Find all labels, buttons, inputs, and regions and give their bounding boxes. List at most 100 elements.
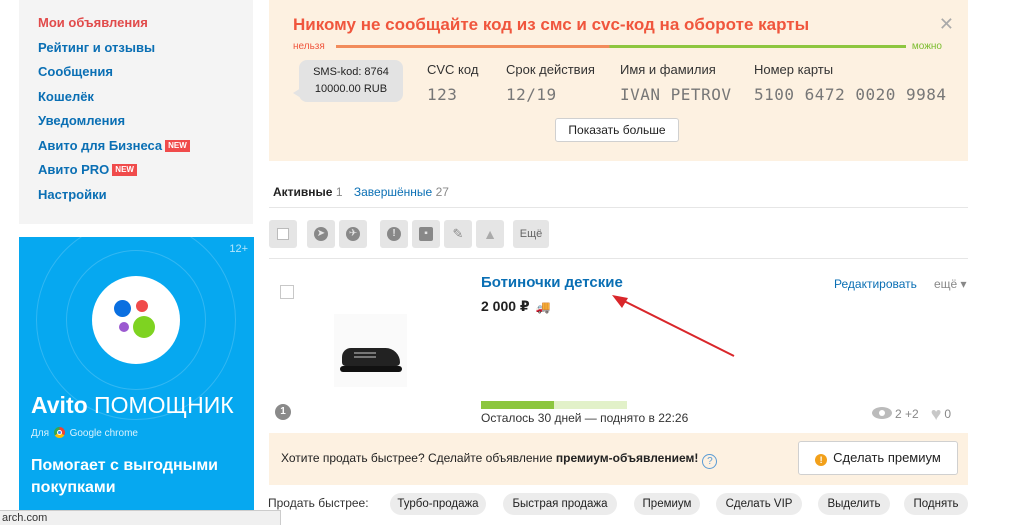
sidebar-item-label: Настройки	[38, 186, 107, 202]
shoe-laces	[354, 352, 376, 354]
chip-turbo-sale[interactable]: Турбо-продажа	[390, 493, 486, 515]
sidebar-item-wallet[interactable]: Кошелёк	[19, 88, 253, 113]
logo-dot-blue	[114, 300, 131, 317]
listing-lifetime-progress	[481, 401, 627, 409]
ad-browser-line: Для Google chrome	[31, 427, 138, 439]
promo-text-bold: премиум-объявлением!	[555, 451, 699, 465]
name-value: IVAN PETROV	[620, 85, 732, 104]
chip-highlight[interactable]: Выделить	[818, 493, 890, 515]
close-icon[interactable]: ✕	[939, 14, 954, 35]
listing-thumbnail[interactable]	[334, 314, 407, 387]
archive-icon: ▪	[419, 227, 433, 241]
logo-dot-purple	[119, 322, 129, 332]
plane-icon: ✈	[346, 227, 360, 241]
cvc-label: CVC код	[427, 62, 479, 77]
sidebar-item-notifications[interactable]: Уведомления	[19, 112, 253, 137]
promo-text: Хотите продать быстрее? Сделайте объявле…	[281, 451, 718, 469]
plane-button[interactable]: ✈	[339, 220, 367, 248]
for-prefix: Для	[31, 428, 50, 439]
new-badge: NEW	[165, 139, 190, 152]
divider	[269, 207, 968, 208]
logo-dot-red	[136, 300, 148, 312]
card-number-label: Номер карты	[754, 62, 834, 77]
chrome-icon	[53, 427, 65, 438]
sidebar-item-label: Авито для Бизнеса	[38, 137, 163, 153]
listing-remaining-text: Осталось 30 дней — поднято в 22:26	[481, 411, 689, 425]
security-warning-panel: Никому не сообщайте код из смс и cvc-код…	[269, 0, 968, 161]
shoe-sole	[340, 366, 402, 372]
tab-finished[interactable]: Завершённые 27	[354, 185, 449, 199]
shoe-image	[342, 348, 400, 366]
label-forbidden: нельзя	[293, 41, 325, 52]
warning-title: Никому не сообщайте код из смс и cvc-код…	[293, 15, 810, 34]
avito-logo-icon	[92, 276, 180, 364]
divider	[269, 258, 968, 259]
browser-name: Google chrome	[69, 428, 138, 439]
compass-icon: ➤	[314, 227, 328, 241]
chip-fast-sale[interactable]: Быстрая продажа	[503, 493, 617, 515]
eye-icon	[872, 407, 892, 419]
compass-button[interactable]: ➤	[307, 220, 335, 248]
toolbar-more-button[interactable]: Ещё	[513, 220, 549, 248]
info-button[interactable]: !	[380, 220, 408, 248]
eraser-icon: ✎	[452, 226, 464, 241]
sms-code: SMS-kod: 8764	[313, 66, 389, 78]
label-allowed: можно	[911, 41, 942, 52]
chip-vip[interactable]: Сделать VIP	[716, 493, 802, 515]
expiry-field: Срок действия 12/19	[506, 62, 595, 104]
tab-label: Завершённые	[353, 185, 433, 199]
card-number-value: 5100 6472 0020 9984	[754, 85, 947, 104]
heart-icon: ♥	[930, 404, 942, 424]
sidebar-item-pro[interactable]: Авито PRO NEW	[19, 161, 253, 186]
logo-dot-green	[133, 316, 155, 338]
tab-count: 1	[335, 185, 343, 199]
tab-label: Активные	[273, 185, 333, 199]
coin-icon: !	[815, 454, 828, 466]
eraser-button[interactable]: ✎	[444, 220, 472, 248]
show-more-button[interactable]: Показать больше	[555, 118, 679, 142]
help-icon[interactable]: ?	[702, 454, 718, 469]
price-value: 2 000 ₽	[481, 298, 530, 314]
sidebar-item-business[interactable]: Авито для Бизнеса NEW	[19, 137, 253, 162]
name-label: Имя и фамилия	[620, 62, 716, 77]
listing-price: 2 000 ₽ 🚚	[481, 298, 551, 315]
listing-checkbox[interactable]	[280, 285, 294, 299]
browser-status-bar: arch.com	[0, 510, 281, 525]
make-premium-button[interactable]: ! Сделать премиум	[798, 441, 958, 475]
archive-button[interactable]: ▪	[412, 220, 440, 248]
tab-count: 27	[435, 185, 449, 199]
make-premium-label: Сделать премиум	[833, 450, 941, 465]
listing-more-dropdown[interactable]: ещё ▾	[934, 277, 967, 291]
chip-premium[interactable]: Премиум	[634, 493, 700, 515]
sidebar-item-label: Кошелёк	[38, 88, 94, 104]
views-count: 2 +2	[895, 407, 919, 421]
select-all-checkbox[interactable]	[269, 220, 297, 248]
new-badge: NEW	[112, 164, 137, 176]
likes-count: 0	[944, 407, 952, 421]
cvc-field: CVC код 123	[427, 62, 478, 104]
brand-bold: Avito	[31, 392, 88, 418]
sidebar-item-settings[interactable]: Настройки	[19, 186, 253, 211]
annotation-arrow	[612, 295, 735, 357]
sidebar-item-messages[interactable]: Сообщения	[19, 63, 253, 88]
sidebar-item-my-ads[interactable]: Мои объявления	[19, 14, 253, 39]
expiry-label: Срок действия	[506, 62, 595, 77]
expiry-value: 12/19	[506, 85, 557, 104]
promo-text-prefix: Хотите продать быстрее? Сделайте объявле…	[281, 451, 556, 465]
raise-button[interactable]: ▲	[476, 220, 504, 248]
chip-raise[interactable]: Поднять	[904, 493, 968, 515]
tab-active[interactable]: Активные 1	[273, 185, 343, 199]
age-rating: 12+	[229, 243, 248, 255]
name-field: Имя и фамилия IVAN PETROV	[620, 62, 731, 104]
listing-info-icon[interactable]: 1	[275, 404, 291, 420]
sidebar-menu: Мои объявления Рейтинг и отзывы Сообщени…	[19, 0, 253, 224]
avito-assistant-ad[interactable]: 12+ Avito ПОМОЩНИК Для Google chrome Пом…	[19, 237, 254, 525]
sidebar-item-label: Мои объявления	[38, 15, 148, 30]
ad-brand: Avito ПОМОЩНИК	[31, 392, 234, 419]
checkbox-box	[277, 228, 289, 240]
progress-fill	[481, 401, 554, 409]
edit-link[interactable]: Редактировать	[834, 277, 917, 291]
ad-headline: Помогает с выгодными покупками	[31, 457, 219, 496]
sidebar-item-rating[interactable]: Рейтинг и отзывы	[19, 39, 253, 64]
listing-title-link[interactable]: Ботиночки детские	[481, 274, 623, 291]
